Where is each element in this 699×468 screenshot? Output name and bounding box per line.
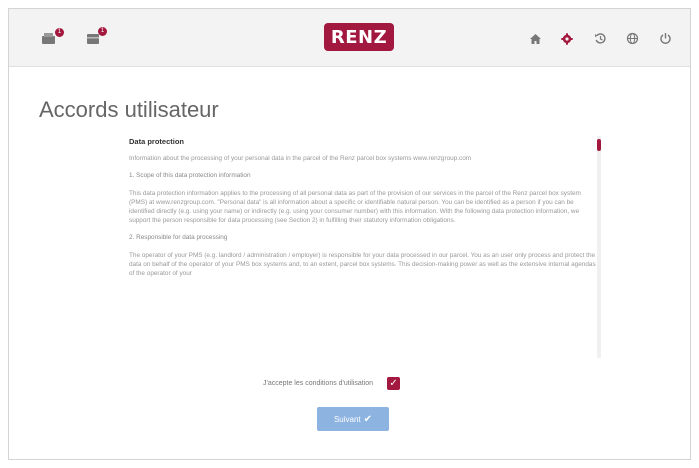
accept-terms-label: J'accepte les conditions d'utilisation (263, 380, 374, 387)
section-body: The operator of your PMS (e.g. landlord … (129, 251, 596, 278)
accept-terms-row: J'accepte les conditions d'utilisation ✓ (263, 377, 401, 390)
inbox-button[interactable]: 1 (41, 28, 64, 45)
app-frame: 1 1 RENZ Accords utilisateur Data protec… (8, 8, 691, 460)
power-icon (660, 33, 671, 44)
renz-logo: RENZ (324, 23, 394, 51)
inbox-badge: 1 (55, 28, 64, 37)
section-title: 2. Responsible for data processing (129, 234, 228, 242)
mailbox-button[interactable]: 1 (86, 27, 107, 45)
logo-text: RENZ (330, 26, 388, 48)
scrollbar-thumb[interactable] (597, 139, 601, 151)
document-scrollbar[interactable] (597, 136, 601, 358)
continue-button[interactable]: Suivant ✔ (317, 407, 389, 431)
mailbox-badge: 1 (98, 27, 107, 36)
settings-button[interactable] (561, 32, 573, 45)
logout-button[interactable] (659, 32, 672, 45)
accept-terms-checkbox[interactable]: ✓ (387, 377, 401, 390)
home-icon (530, 34, 541, 44)
globe-icon (626, 32, 639, 45)
terms-document[interactable]: Data protection Information about the pr… (129, 137, 599, 359)
checkmark-icon: ✔ (363, 413, 373, 425)
continue-button-label: Suivant (333, 414, 361, 424)
document-heading: Data protection (129, 137, 185, 146)
settings-icon (561, 33, 573, 45)
document-intro: Information about the processing of your… (129, 155, 472, 163)
section-body: This data protection information applies… (129, 189, 581, 225)
top-header: 1 1 RENZ (9, 9, 690, 67)
home-button[interactable] (529, 32, 542, 44)
checkmark-icon: ✓ (389, 377, 398, 389)
page-title: Accords utilisateur (39, 97, 219, 122)
history-button[interactable] (594, 32, 607, 45)
section-title: 1. Scope of this data protection informa… (129, 172, 251, 180)
history-icon (595, 33, 606, 44)
language-button[interactable] (626, 32, 639, 45)
